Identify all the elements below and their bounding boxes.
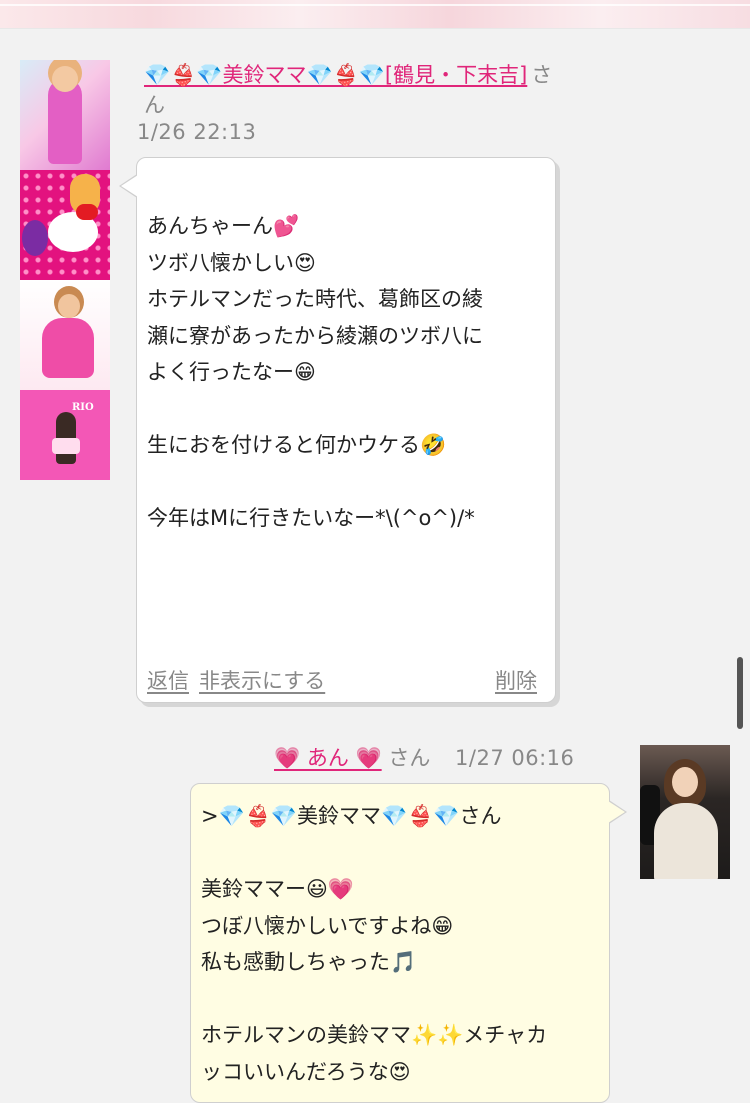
- comment-1-header: 💎👙💎美鈴ママ💎👙💎[鶴見・下末吉] さん: [144, 60, 554, 120]
- comment-line: ホテルマンの美鈴ママ✨✨メチャカ: [201, 1023, 548, 1047]
- comment-line: ホテルマンだった時代、葛飾区の綾: [147, 287, 483, 311]
- comment-2-name-suffix: さん: [388, 746, 431, 770]
- comment-line: 美鈴ママー😃💗: [201, 877, 355, 901]
- comment-line: >💎👙💎美鈴ママ💎👙💎さん: [201, 804, 502, 828]
- avatar-photo-3: [20, 280, 110, 390]
- comment-line: つぼ八懐かしいですよね😁: [201, 913, 454, 938]
- comment-1-bubble: あんちゃーん💕 ツボ八懐かしい😍 ホテルマンだった時代、葛飾区の綾 瀬に寮があっ…: [119, 157, 556, 703]
- avatar-stamp-text: RIO: [72, 402, 94, 413]
- comment-2-user-link[interactable]: 💗 あん 💗: [274, 746, 382, 770]
- comment-2-header: 💗 あん 💗 さん 1/27 06:16: [274, 742, 574, 772]
- comment-line: よく行ったなー😁: [147, 360, 316, 384]
- comment-2-body: >💎👙💎美鈴ママ💎👙💎さん 美鈴ママー😃💗 つぼ八懐かしいですよね😁 私も感動し…: [201, 798, 601, 1090]
- comment-line-blank: [201, 981, 601, 1018]
- comment-line-blank: [201, 835, 601, 872]
- comment-2-timestamp: 1/27 06:16: [455, 746, 575, 770]
- avatar-photo-2: [20, 170, 110, 280]
- top-banner: [0, 0, 750, 29]
- commenter-avatar-collage[interactable]: RIO: [20, 60, 110, 500]
- comment-line: 瀬に寮があったから綾瀬のツボ八に: [147, 323, 483, 348]
- author-avatar[interactable]: [640, 745, 730, 879]
- comment-line: 生におを付けると何かウケる🤣: [147, 433, 447, 457]
- comment-line: 私も感動しちゃった🎵: [201, 950, 417, 974]
- comment-1-actions: 返信 非表示にする 削除: [147, 665, 537, 695]
- avatar-photo-4: RIO: [20, 390, 110, 480]
- comment-line-blank: [147, 391, 547, 428]
- reply-link[interactable]: 返信: [147, 669, 189, 693]
- comment-1-body: あんちゃーん💕 ツボ八懐かしい😍 ホテルマンだった時代、葛飾区の綾 瀬に寮があっ…: [147, 208, 547, 537]
- comment-1-user-link[interactable]: 💎👙💎美鈴ママ💎👙💎[鶴見・下末吉]: [144, 63, 527, 87]
- comment-line-blank: [147, 464, 547, 501]
- comment-2-bubble: >💎👙💎美鈴ママ💎👙💎さん 美鈴ママー😃💗 つぼ八懐かしいですよね😁 私も感動し…: [190, 783, 627, 1103]
- hide-link[interactable]: 非表示にする: [199, 669, 325, 693]
- bubble-tail: [608, 800, 627, 824]
- delete-link[interactable]: 削除: [495, 665, 537, 695]
- scrollbar[interactable]: [737, 657, 743, 729]
- avatar-photo-1: [20, 60, 110, 170]
- comment-1-timestamp: 1/26 22:13: [137, 120, 257, 144]
- bubble-tail: [119, 174, 138, 198]
- comment-line: あんちゃーん💕: [147, 214, 300, 238]
- comment-line: ツボ八懐かしい😍: [147, 250, 316, 275]
- comment-line: 今年はMに行きたいなー*\(^o^)/*: [147, 506, 475, 530]
